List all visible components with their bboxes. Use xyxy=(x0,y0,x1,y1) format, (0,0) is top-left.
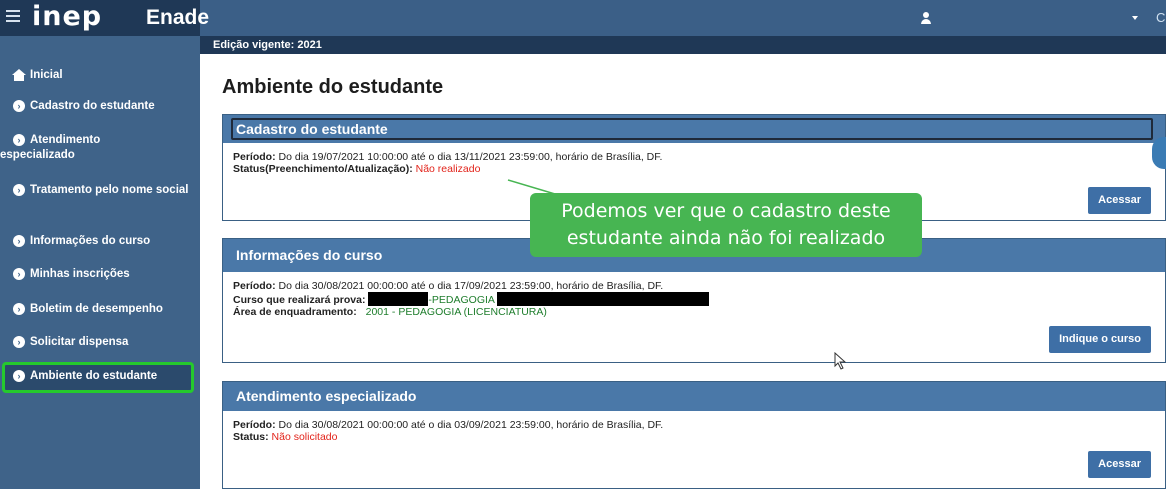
focus-outline xyxy=(231,118,1153,140)
app-name: Enade xyxy=(146,6,210,29)
panel-body: Período: Do dia 19/07/2021 10:00:00 até … xyxy=(223,143,1165,183)
side-tab-handle[interactable] xyxy=(1152,137,1166,169)
arrow-circle-icon: › xyxy=(13,235,25,247)
sidebar-item-nome-social[interactable]: › Tratamento pelo nome social xyxy=(0,183,190,198)
panel-title: Atendimento especializado xyxy=(223,382,1165,411)
arrow-circle-icon: › xyxy=(13,336,25,348)
sidebar-item-inicial[interactable]: Inicial xyxy=(0,68,196,83)
inep-logo: inep xyxy=(32,1,103,32)
sidebar-item-boletim[interactable]: › Boletim de desempenho xyxy=(0,302,196,317)
status-value: Não realizado xyxy=(415,163,481,175)
indique-curso-button[interactable]: Indique o curso xyxy=(1049,326,1151,353)
acessar-button[interactable]: Acessar xyxy=(1088,187,1151,214)
arrow-circle-icon: › xyxy=(13,370,25,382)
arrow-circle-icon: › xyxy=(13,268,25,280)
period-label: Período: xyxy=(233,280,276,292)
period-value: Do dia 30/08/2021 00:00:00 até o dia 17/… xyxy=(278,280,664,292)
annotation-callout: Podemos ver que o cadastro deste estudan… xyxy=(530,193,922,257)
sidebar-item-ambiente[interactable]: › Ambiente do estudante xyxy=(0,369,196,384)
chevron-down-icon[interactable] xyxy=(1132,16,1138,20)
panel-body: Período: Do dia 30/08/2021 00:00:00 até … xyxy=(223,411,1165,451)
cursor-icon xyxy=(834,352,847,370)
status-label: Status(Preenchimento/Atualização): xyxy=(233,163,413,175)
area-value: 2001 - PEDAGOGIA (LICENCIATURA) xyxy=(365,306,547,318)
redaction-block xyxy=(368,292,429,306)
period-value: Do dia 30/08/2021 00:00:00 até o dia 03/… xyxy=(278,419,664,431)
course-value: -PEDAGOGIA xyxy=(428,294,495,306)
area-label: Área de enquadramento: xyxy=(233,306,357,318)
user-icon[interactable] xyxy=(920,12,932,24)
panel-atendimento: Atendimento especializado Período: Do di… xyxy=(222,381,1166,489)
corner-label: C xyxy=(1156,10,1166,25)
sidebar-item-dispensa[interactable]: › Solicitar dispensa xyxy=(0,335,196,350)
sidebar-item-label: Ambiente do estudante xyxy=(30,370,158,382)
acessar-button[interactable]: Acessar xyxy=(1088,451,1151,478)
sidebar-item-cadastro[interactable]: › Cadastro do estudante xyxy=(0,99,196,114)
sidebar-item-label: Solicitar dispensa xyxy=(30,336,129,348)
home-icon xyxy=(12,69,26,81)
sidebar-item-label: Cadastro do estudante xyxy=(30,100,155,112)
panel-body: Período: Do dia 30/08/2021 00:00:00 até … xyxy=(223,272,1165,326)
callout-line: estudante ainda não foi realizado xyxy=(566,227,886,249)
sidebar-item-atendimento[interactable]: › Atendimento especializado xyxy=(0,133,150,163)
callout-line: Podemos ver que o cadastro deste xyxy=(561,200,891,222)
status-value: Não solicitado xyxy=(271,431,338,443)
redaction-block xyxy=(497,292,710,306)
arrow-circle-icon: › xyxy=(13,100,25,112)
brand-area: inep Enade xyxy=(0,0,209,36)
period-label: Período: xyxy=(233,419,276,431)
menu-icon[interactable] xyxy=(6,10,20,22)
period-label: Período: xyxy=(233,151,276,163)
sidebar-item-label: Inicial xyxy=(30,69,63,81)
sidebar-item-label: Informações do curso xyxy=(30,235,151,247)
sidebar-item-label: Minhas inscrições xyxy=(30,268,130,280)
sidebar-item-informacoes-curso[interactable]: › Informações do curso xyxy=(0,234,196,249)
arrow-circle-icon: › xyxy=(13,303,25,315)
arrow-circle-icon: › xyxy=(13,184,25,196)
edition-bar: Edição vigente: 2021 xyxy=(200,36,1166,54)
status-label: Status: xyxy=(233,431,269,443)
sidebar-item-inscricoes[interactable]: › Minhas inscrições xyxy=(0,267,196,282)
course-label: Curso que realizará prova: xyxy=(233,294,366,306)
page-title: Ambiente do estudante xyxy=(222,76,444,98)
sidebar-item-label: Tratamento pelo nome social xyxy=(30,184,189,196)
arrow-circle-icon: › xyxy=(13,134,25,146)
period-value: Do dia 19/07/2021 10:00:00 até o dia 13/… xyxy=(278,151,663,163)
sidebar-item-label: Boletim de desempenho xyxy=(30,303,163,315)
